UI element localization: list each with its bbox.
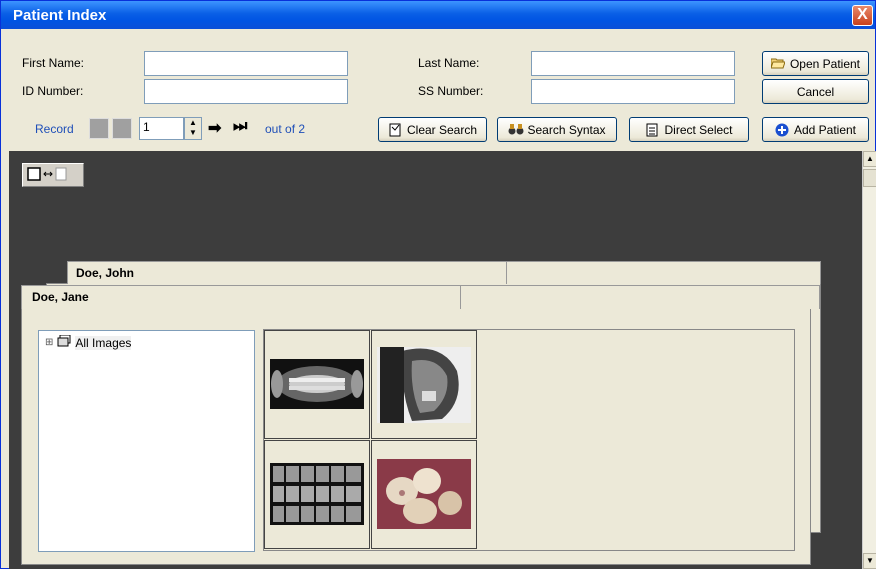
scroll-down-icon: ▼ <box>866 556 874 565</box>
last-record-icon[interactable]: ⏭ <box>233 118 247 136</box>
cancel-label: Cancel <box>796 84 835 99</box>
direct-select-label: Direct Select <box>664 122 733 137</box>
last-name-field[interactable] <box>531 51 735 76</box>
image-grid <box>263 329 795 551</box>
window-title: Patient Index <box>13 7 107 24</box>
close-icon: X <box>857 6 868 23</box>
scroll-up-icon: ▲ <box>866 154 874 163</box>
view-toggle-button[interactable] <box>22 163 84 187</box>
tree-node-all-images[interactable]: ⊞ All Images <box>45 334 248 350</box>
patient-index-window: Patient Index X First Name: ID Number: L… <box>0 0 876 569</box>
spinner-down-icon: ▼ <box>189 128 197 137</box>
spinner-up-icon: ▲ <box>189 118 197 127</box>
clear-search-button[interactable]: Clear Search <box>378 117 487 142</box>
first-record-button[interactable] <box>89 118 109 139</box>
title-bar: Patient Index X <box>1 1 875 29</box>
open-folder-icon <box>770 57 786 71</box>
ss-number-field[interactable] <box>531 79 735 104</box>
record-label: Record <box>35 122 74 136</box>
cancel-button[interactable]: Cancel <box>762 79 869 104</box>
add-patient-button[interactable]: Add Patient <box>762 117 869 142</box>
last-name-label: Last Name: <box>418 56 480 70</box>
image-thumb-intraoral[interactable] <box>371 440 477 549</box>
view-toggle-icon <box>27 167 79 184</box>
clear-search-icon <box>388 123 402 137</box>
ss-number-label: SS Number: <box>418 84 484 98</box>
image-thumb-cephalometric[interactable] <box>371 330 477 439</box>
tree-node-label: All Images <box>75 335 132 350</box>
search-syntax-label: Search Syntax <box>527 122 606 137</box>
patient-tab-jane-filler <box>460 285 820 309</box>
record-number-input[interactable]: 1 <box>139 117 184 140</box>
next-record-arrow-icon[interactable]: ➡ <box>208 118 221 138</box>
expand-icon[interactable]: ⊞ <box>45 337 53 348</box>
direct-select-button[interactable]: Direct Select <box>629 117 749 142</box>
patient-tab-john[interactable]: Doe, John <box>67 261 507 284</box>
open-patient-label: Open Patient <box>789 56 861 71</box>
id-number-label: ID Number: <box>22 84 84 98</box>
search-syntax-button[interactable]: Search Syntax <box>497 117 617 142</box>
image-thumb-bitewings[interactable] <box>264 440 370 549</box>
binoculars-icon <box>508 123 524 137</box>
open-patient-button[interactable]: Open Patient <box>762 51 869 76</box>
add-plus-icon <box>775 123 789 137</box>
patient-tab-jane[interactable]: Doe, Jane <box>21 285 461 309</box>
id-number-field[interactable] <box>144 79 348 104</box>
scroll-up-button[interactable]: ▲ <box>863 151 876 167</box>
vertical-scrollbar[interactable]: ▲ ▼ <box>862 151 876 569</box>
document-icon <box>645 123 659 137</box>
clear-search-label: Clear Search <box>406 122 478 137</box>
record-spinner[interactable]: ▲ ▼ <box>184 117 202 140</box>
add-patient-label: Add Patient <box>793 122 857 137</box>
scroll-down-button[interactable]: ▼ <box>863 553 876 569</box>
record-count: out of 2 <box>265 122 306 136</box>
patient-tab-john-filler <box>506 261 821 284</box>
close-button[interactable]: X <box>852 5 873 26</box>
prev-record-button[interactable] <box>112 118 132 139</box>
first-name-label: First Name: <box>22 56 85 70</box>
scroll-thumb[interactable] <box>863 169 876 187</box>
image-thumb-panoramic[interactable] <box>264 330 370 439</box>
image-stack-icon <box>57 334 71 350</box>
first-name-field[interactable] <box>144 51 348 76</box>
image-tree: ⊞ All Images <box>38 330 255 552</box>
